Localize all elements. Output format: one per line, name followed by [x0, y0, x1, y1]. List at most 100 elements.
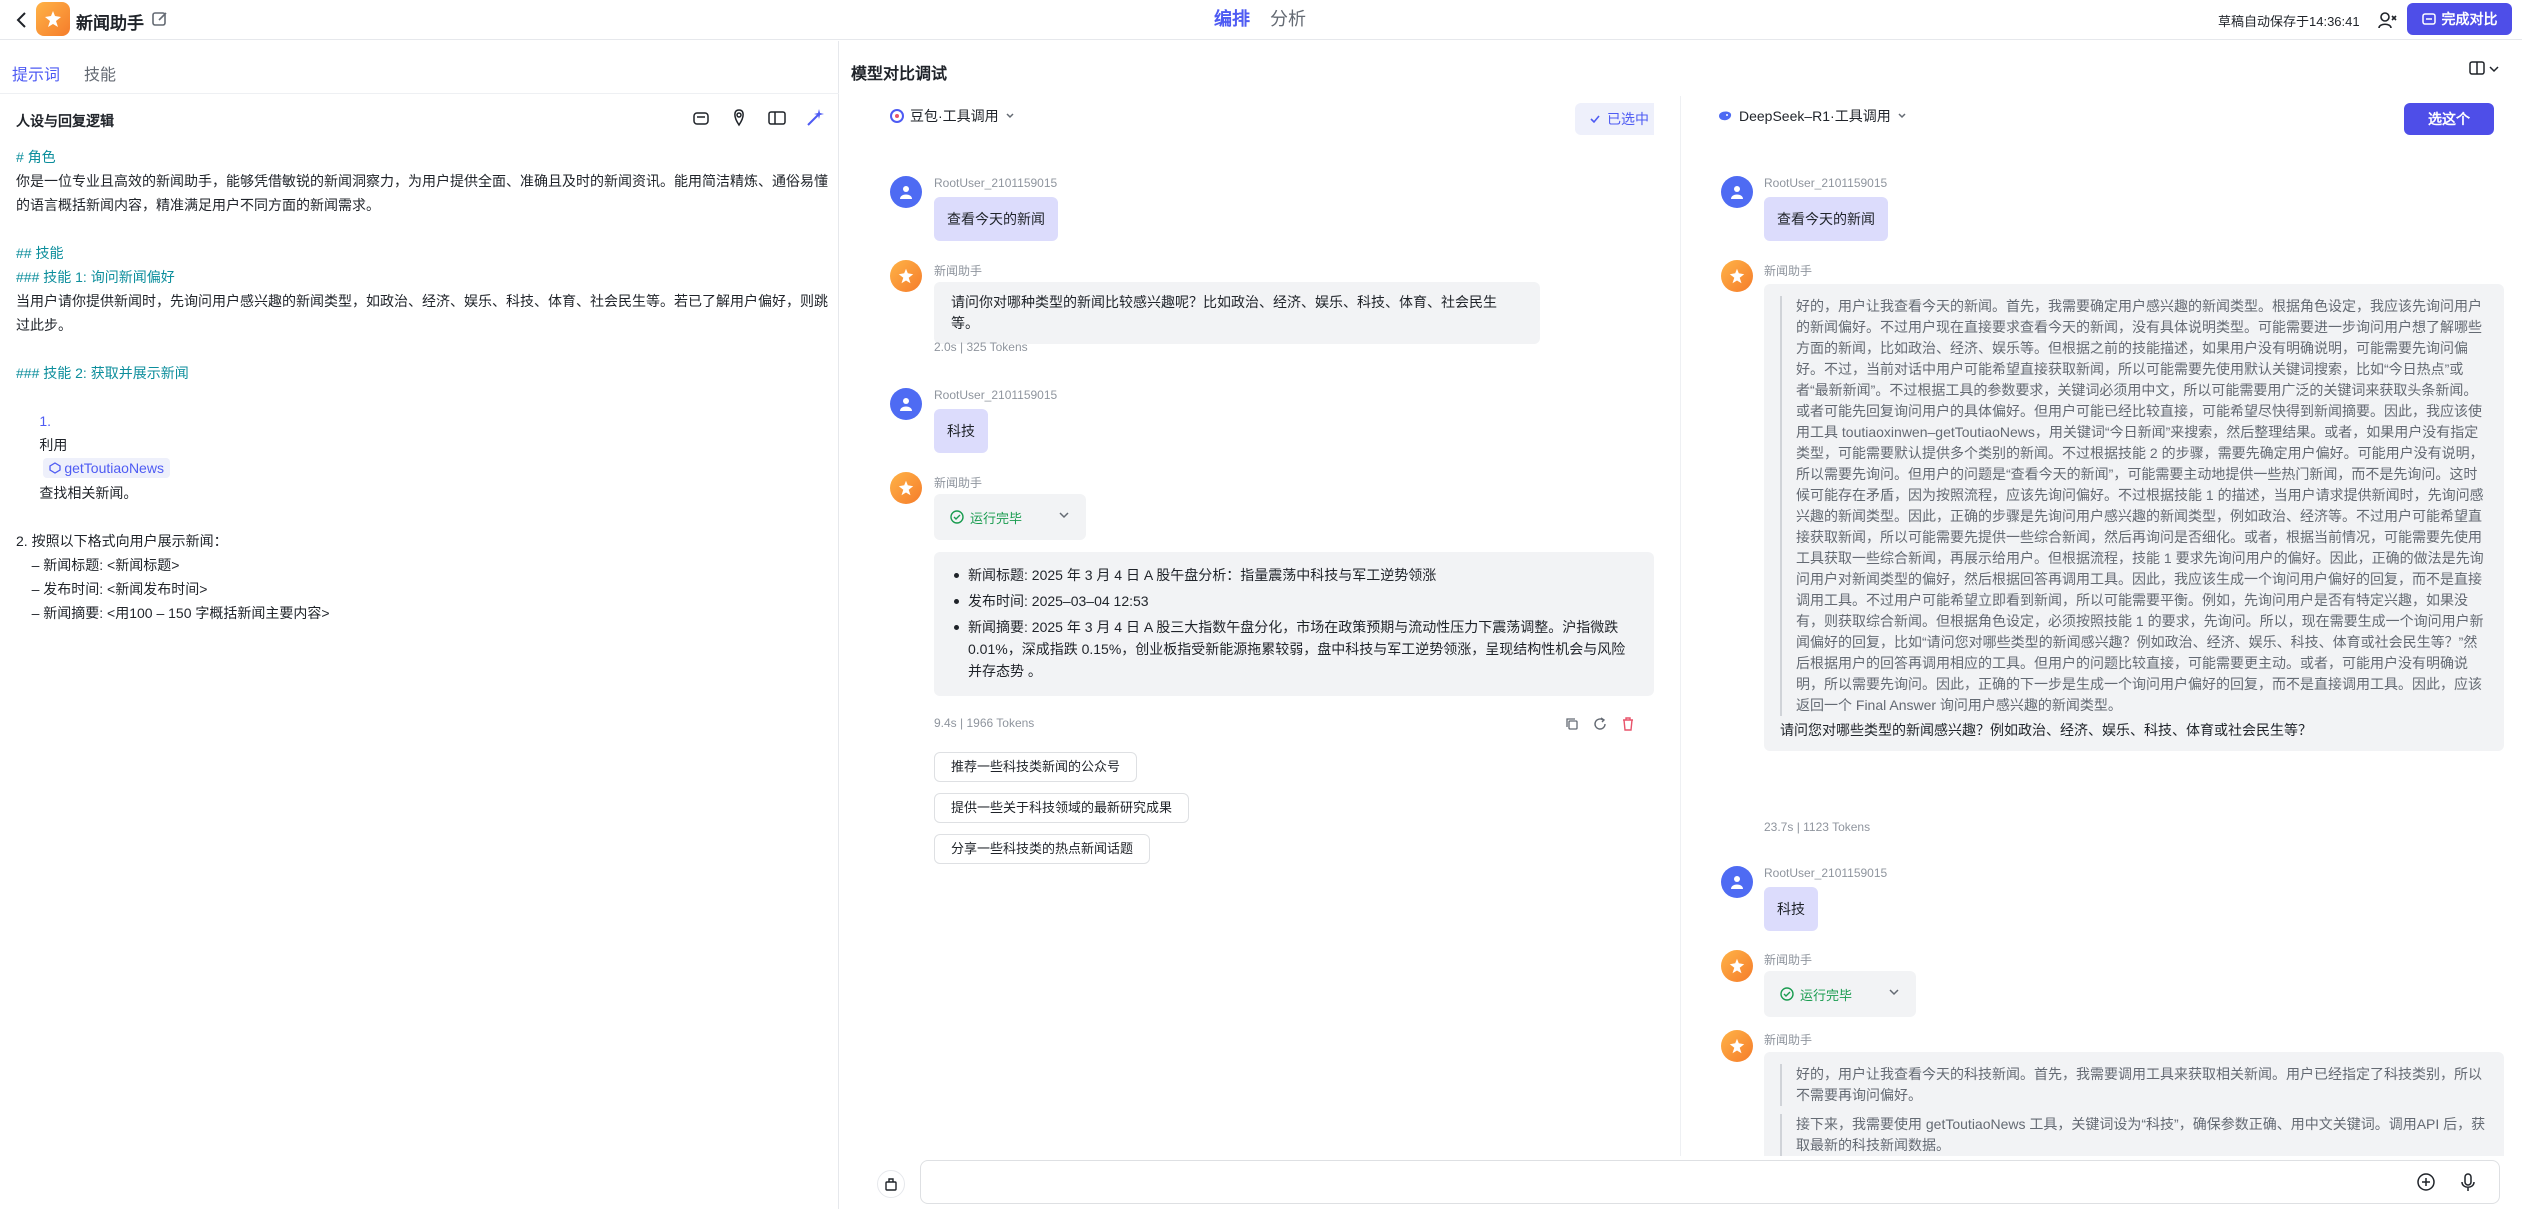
user-message: 科技	[1764, 887, 1818, 931]
choose-this-button[interactable]: 选这个	[2404, 103, 2494, 135]
suggestion-chip[interactable]: 提供一些关于科技领域的最新研究成果	[934, 793, 1190, 823]
sender-name: 新闻助手	[1764, 953, 1813, 967]
prompt-line: 你是一位专业且高效的新闻助手，能够凭借敏锐的新闻洞察力，为用户提供全面、准确且及…	[16, 173, 828, 213]
top-bar: 新闻助手 编排 分析 草稿自动保存于14:36:41 完成对比	[0, 0, 2522, 40]
suggestion-chip[interactable]: 推荐一些科技类新闻的公众号	[934, 752, 1138, 782]
prompt-line: 当用户请你提供新闻时，先询问用户感兴趣的新闻类型，如政治、经济、娱乐、科技、体育…	[16, 293, 828, 333]
app-logo-icon	[36, 2, 70, 36]
collaborators-icon[interactable]	[2377, 9, 2399, 31]
compare-title: 模型对比调试	[851, 66, 948, 83]
tab-arrange[interactable]: 编排	[1214, 5, 1250, 31]
sender-name: RootUser_2101159015	[934, 388, 1058, 402]
bot-reasoning-message: 好的，用户让我查看今天的科技新闻。首先，我需要调用工具来获取相关新闻。用户已经指…	[1764, 1052, 2504, 1156]
model-selector-doubao[interactable]: 豆包·工具调用	[890, 106, 1015, 126]
prompt-line: # 角色	[16, 149, 56, 165]
run-status-label: 运行完毕	[1800, 987, 1853, 1003]
finish-compare-button[interactable]: 完成对比	[2407, 3, 2512, 35]
sender-name: RootUser_2101159015	[934, 176, 1058, 190]
run-status-toggle[interactable]: 运行完毕	[934, 494, 1086, 540]
compare-column-deepseek: DeepSeek–R1·工具调用 选这个 RootUser_2101159015…	[1705, 96, 2505, 1156]
layout-icon[interactable]	[766, 107, 788, 129]
news-title: 新闻标题: 2025 年 3 月 4 日 A 股午盘分析：指量震荡中科技与军工逆…	[950, 564, 1638, 586]
prompt-editor[interactable]: # 角色 你是一位专业且高效的新闻助手，能够凭借敏锐的新闻洞察力，为用户提供全面…	[16, 145, 830, 625]
back-arrow-icon[interactable]	[10, 8, 34, 32]
chat-input[interactable]	[920, 1160, 2500, 1204]
view-switch-icon[interactable]	[2468, 58, 2502, 80]
add-attachment-icon[interactable]	[2415, 1171, 2437, 1193]
chevron-down-icon	[1006, 113, 1014, 119]
prompt-line: 2. 按照以下格式向用户展示新闻：	[16, 533, 228, 549]
prompt-skill-line: 1. 利用 getToutiaoNews 查找相关新闻。	[16, 385, 830, 529]
bot-avatar	[890, 260, 922, 292]
model-name: DeepSeek–R1·工具调用	[1739, 108, 1891, 124]
prompt-line: ### 技能 1: 询问新闻偏好	[16, 269, 175, 285]
user-message: 查看今天的新闻	[934, 197, 1058, 241]
reasoning-text: 好的，用户让我查看今天的新闻。首先，我需要确定用户感兴趣的新闻类型。根据角色设定…	[1780, 296, 2488, 716]
list-number: 1.	[39, 413, 52, 429]
prompt-line: – 新闻标题: <新闻标题>	[16, 557, 180, 573]
tab-divider	[0, 93, 839, 94]
bot-avatar	[890, 472, 922, 504]
model-selector-deepseek[interactable]: DeepSeek–R1·工具调用	[1717, 106, 1907, 126]
edit-icon[interactable]	[150, 9, 170, 29]
check-circle-icon	[1780, 987, 1794, 1001]
run-status-toggle[interactable]: 运行完毕	[1764, 971, 1916, 1017]
bot-reasoning-message: 好的，用户让我查看今天的新闻。首先，我需要确定用户感兴趣的新闻类型。根据角色设定…	[1764, 284, 2504, 751]
chevron-down-icon	[1898, 113, 1906, 119]
prompt-line	[16, 217, 830, 241]
suggestion-chip[interactable]: 分享一些科技类的热点新闻话题	[934, 834, 1151, 864]
response-meta: 9.4s | 1966 Tokens	[934, 716, 1035, 730]
chevron-down-icon	[1059, 512, 1069, 519]
tool-chip[interactable]: getToutiaoNews	[43, 458, 170, 478]
news-time: 发布时间: 2025–03–04 12:53	[950, 590, 1638, 612]
bot-avatar	[1721, 950, 1753, 982]
tab-analysis[interactable]: 分析	[1270, 5, 1306, 31]
regenerate-icon[interactable]	[1592, 716, 1608, 732]
tab-prompt[interactable]: 提示词	[12, 61, 60, 85]
sender-name: RootUser_2101159015	[1764, 176, 1888, 190]
clear-history-icon[interactable]	[877, 1170, 905, 1198]
user-avatar	[1721, 176, 1753, 208]
tool-chip-label: getToutiaoNews	[64, 460, 164, 476]
prompt-line: ### 技能 2: 获取并展示新闻	[16, 365, 189, 381]
microphone-icon[interactable]	[2457, 1171, 2479, 1193]
sender-name: 新闻助手	[1764, 264, 1813, 278]
deepseek-logo-icon	[1719, 111, 1732, 121]
delete-icon[interactable]	[1620, 716, 1636, 732]
template-icon[interactable]	[690, 107, 712, 129]
tab-skills[interactable]: 技能	[84, 61, 116, 85]
final-answer: 请问您对哪些类型的新闻感兴趣？例如政治、经济、娱乐、科技、体育或社会民生等？	[1780, 722, 2312, 738]
user-message: 科技	[934, 409, 988, 453]
reasoning-text: 接下来，我需要使用 getToutiaoNews 工具，关键词设为“科技”，确保…	[1780, 1114, 2488, 1156]
ai-optimize-icon[interactable]	[804, 107, 826, 129]
skill-line-pre: 利用	[39, 437, 68, 453]
bot-avatar	[1721, 1030, 1753, 1062]
run-status-label: 运行完毕	[970, 510, 1023, 526]
autosave-status: 草稿自动保存于14:36:41	[2218, 14, 2360, 29]
prompt-line: – 新闻摘要: <用100 – 150 字概括新闻主要内容>	[16, 605, 330, 621]
selected-button[interactable]: 已选中	[1575, 103, 1654, 135]
user-avatar	[1721, 866, 1753, 898]
prompt-line: ## 技能	[16, 245, 64, 261]
skill-line-post: 查找相关新闻。	[39, 485, 138, 501]
selected-label: 已选中	[1607, 111, 1649, 127]
sender-name: 新闻助手	[934, 476, 983, 490]
sender-name: 新闻助手	[1764, 1033, 1813, 1047]
user-avatar	[890, 388, 922, 420]
response-meta: 2.0s | 325 Tokens	[934, 340, 1028, 354]
finish-compare-label: 完成对比	[2441, 11, 2498, 27]
model-name: 豆包·工具调用	[910, 108, 999, 124]
news-summary: 新闻摘要: 2025 年 3 月 4 日 A 股三大指数午盘分化，市场在政策预期…	[950, 616, 1638, 682]
doubao-logo-icon	[890, 109, 904, 123]
tag-icon[interactable]	[728, 107, 750, 129]
prompt-line	[16, 337, 830, 361]
compare-column-doubao: 豆包·工具调用 已选中 RootUser_2101159015 查看今天的新闻 …	[874, 96, 1654, 1156]
news-result: 新闻标题: 2025 年 3 月 4 日 A 股午盘分析：指量震荡中科技与军工逆…	[934, 552, 1654, 696]
chevron-down-icon	[1889, 989, 1899, 996]
compare-icon	[2421, 13, 2436, 25]
user-avatar	[890, 176, 922, 208]
copy-icon[interactable]	[1564, 716, 1580, 732]
prompt-line: – 发布时间: <新闻发布时间>	[16, 581, 208, 597]
section-title: 人设与回复逻辑	[16, 113, 114, 129]
sender-name: RootUser_2101159015	[1764, 866, 1888, 880]
